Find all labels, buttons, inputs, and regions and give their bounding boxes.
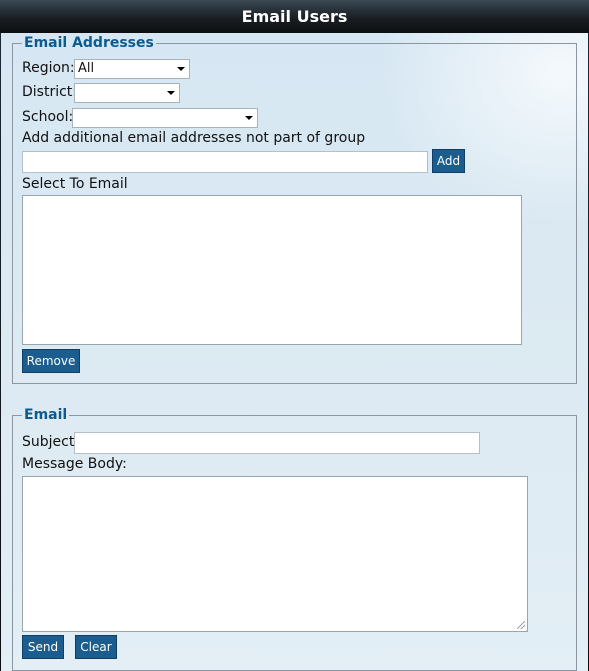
remove-button[interactable]: Remove — [22, 349, 80, 373]
email-addresses-legend: Email Addresses — [24, 35, 154, 51]
chevron-down-icon — [177, 67, 185, 71]
region-label: Region: — [22, 60, 75, 76]
region-select-value: All — [78, 61, 95, 76]
message-body-textarea[interactable] — [22, 476, 528, 632]
message-body-label: Message Body: — [22, 456, 127, 472]
subject-label: Subject: — [22, 434, 80, 450]
window-title: Email Users — [0, 0, 589, 33]
clear-button[interactable]: Clear — [75, 635, 117, 659]
region-select[interactable]: All — [74, 59, 190, 79]
window-content: Email Addresses Region: All District: Sc… — [1, 33, 588, 671]
district-select[interactable] — [74, 83, 180, 103]
school-label: School: — [22, 109, 74, 125]
chevron-down-icon — [245, 116, 253, 120]
resize-grip-icon[interactable] — [517, 621, 525, 629]
additional-emails-label: Add additional email addresses not part … — [22, 130, 366, 146]
school-select[interactable] — [72, 108, 258, 128]
select-to-email-label: Select To Email — [22, 176, 128, 192]
email-users-window: Email Users Email Addresses Region: All … — [0, 0, 589, 671]
district-label: District: — [22, 84, 78, 100]
chevron-down-icon — [167, 91, 175, 95]
add-button[interactable]: Add — [432, 149, 465, 173]
send-button[interactable]: Send — [22, 635, 64, 659]
additional-emails-input[interactable] — [22, 151, 428, 173]
email-legend: Email — [24, 407, 68, 423]
select-to-email-list[interactable] — [22, 195, 522, 345]
subject-input[interactable] — [74, 432, 480, 454]
